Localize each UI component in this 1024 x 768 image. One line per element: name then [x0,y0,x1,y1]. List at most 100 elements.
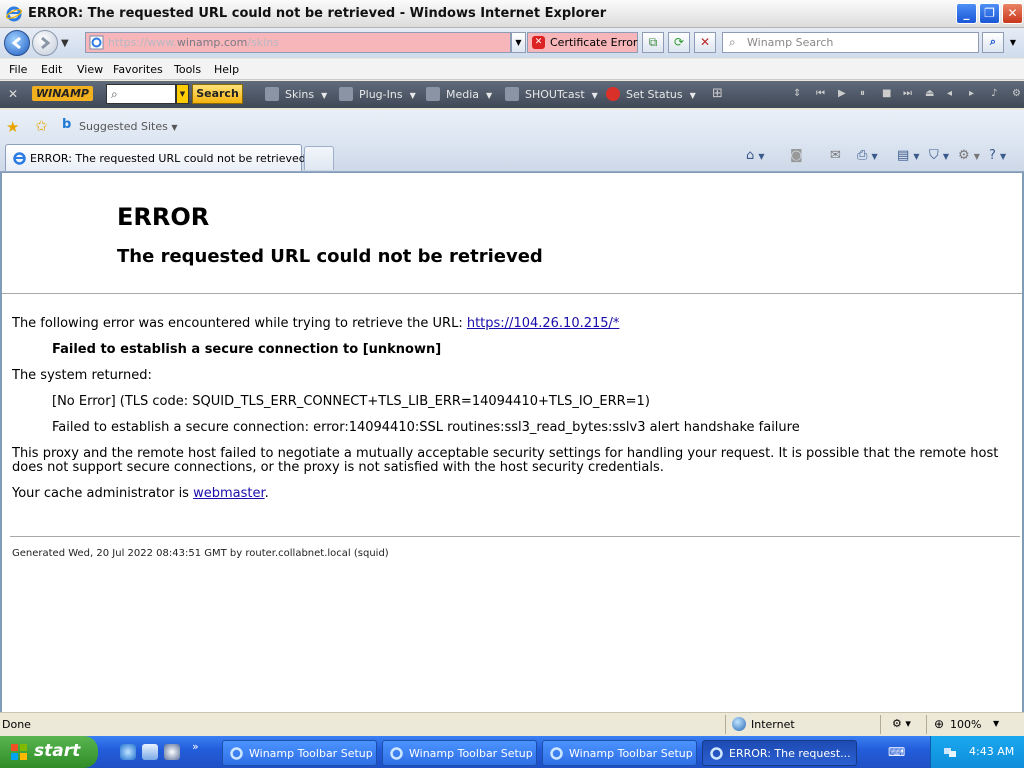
new-tab-button[interactable] [304,146,334,170]
winamp-toolbar: ✕ WINAMP ⌕ ▼ Search Skins ▼ Plug-Ins ▼ Med… [0,81,1024,108]
start-button[interactable]: start [0,736,98,768]
security-zone[interactable]: Internet [751,718,795,731]
ie-page-icon [13,152,26,165]
back-arrow-icon [11,36,21,50]
webmaster-link[interactable]: webmaster [193,486,265,501]
tools-gear-icon[interactable]: ⚙ ▼ [958,148,980,163]
recent-pages-dropdown-icon[interactable]: ▼ [61,38,69,49]
read-mail-icon[interactable]: ✉ [830,148,841,163]
error-url-link[interactable]: https://104.26.10.215/* [467,316,620,331]
help-icon[interactable]: ? ▼ [989,148,1006,163]
menu-file[interactable]: File [9,63,27,76]
winamp-logo[interactable]: WINAMP [32,86,93,101]
shoutcast-menu[interactable]: SHOUTcast ▼ [505,87,598,101]
pause-icon[interactable]: ⏸ [860,88,865,99]
quicklaunch-media-icon[interactable] [164,744,180,760]
ie-task-icon [390,747,403,760]
address-row: ▼ https://www.winamp.com/skins ▼ ✕ Certi… [0,28,1024,58]
plugins-menu[interactable]: Plug-Ins ▼ [339,87,416,101]
quicklaunch-more-icon[interactable]: » [192,740,199,753]
media-menu[interactable]: Media ▼ [426,87,492,101]
proxy-explanation: This proxy and the remote host failed to… [12,446,999,475]
taskbar: start » Winamp Toolbar Setup Winamp Tool… [0,736,1024,768]
search-options-dropdown-icon[interactable]: ▼ [1006,32,1020,53]
error-intro: The following error was encountered whil… [12,316,620,331]
close-button[interactable]: ✕ [1002,3,1023,24]
add-favorites-icon[interactable]: ✩ [35,117,48,135]
address-url[interactable]: https://www.winamp.com/skins [108,36,279,49]
menu-help[interactable]: Help [214,63,239,76]
safety-menu-icon[interactable]: ⛉ ▼ [929,148,949,163]
toolbar-close-icon[interactable]: ✕ [8,87,18,101]
set-status-menu[interactable]: Set Status ▼ [606,87,696,101]
stop-playback-icon[interactable]: ■ [882,88,891,99]
winamp-search-button[interactable]: Search [192,84,243,104]
search-input[interactable]: ⌕ Winamp Search [722,32,979,53]
network-icon[interactable] [943,745,957,759]
status-bar: Done Internet ⚙ ▾ ⊕ 100% ▼ [0,712,1024,735]
search-go-button[interactable]: ⌕ [982,32,1004,53]
ie-logo-icon [6,6,22,22]
clock[interactable]: 4:43 AM [969,745,1014,758]
ie-task-icon [710,747,723,760]
quicklaunch-ie-icon[interactable] [120,744,136,760]
eject-icon[interactable]: ⏏ [925,88,934,99]
protected-mode-icon[interactable]: ⚙ ▾ [892,717,911,730]
skins-menu[interactable]: Skins ▼ [265,87,327,101]
generated-footer: Generated Wed, 20 Jul 2022 08:43:51 GMT … [12,548,389,559]
volume-down-icon[interactable]: ◂ [947,88,952,99]
winamp-search-dropdown-icon[interactable]: ▼ [176,84,189,104]
address-field[interactable]: https://www.winamp.com/skins [85,32,511,53]
print-icon[interactable]: ⎙ ▼ [857,148,878,163]
menu-bar: File Edit View Favorites Tools Help [0,59,1024,80]
restore-button[interactable]: ❐ [979,3,1000,24]
system-returned-label: The system returned: [12,368,152,383]
play-icon[interactable]: ▶ [838,88,846,99]
media-icon [426,87,440,101]
volume-updown-icon[interactable]: ⇕ [793,88,801,99]
settings-icon[interactable]: ⚙ [1012,88,1021,99]
favorites-star-icon[interactable]: ★ [6,118,19,136]
forward-button[interactable] [32,30,58,56]
favorites-bar: ★ ✩ b Suggested Sites ▼ [0,110,1024,142]
refresh-icon[interactable]: ⟳ [668,32,690,53]
start-label: start [34,741,81,761]
back-button[interactable] [4,30,30,56]
certificate-error-button[interactable]: ✕ Certificate Error [527,32,638,53]
mute-icon[interactable]: ♪ [991,88,997,99]
feeds-icon[interactable]: ◙ [790,148,803,163]
system-tray: 4:43 AM [930,736,1024,768]
menu-edit[interactable]: Edit [41,63,62,76]
next-icon[interactable]: ⏭ [903,88,912,99]
tab-title: ERROR: The requested URL could not be re… [30,152,306,165]
page-menu-icon[interactable]: ▤ ▼ [897,148,920,163]
taskbar-button-winamp-setup[interactable]: Winamp Toolbar Setup [222,740,377,766]
volume-up-icon[interactable]: ▸ [969,88,974,99]
compatibility-view-icon[interactable]: ⧉ [642,32,664,53]
search-icon: ⌕ [729,35,736,49]
menu-view[interactable]: View [77,63,103,76]
page-icon [89,35,104,50]
taskbar-button-winamp-setup[interactable]: Winamp Toolbar Setup [382,740,537,766]
winamp-search-input[interactable]: ⌕ [106,84,176,104]
home-icon[interactable]: ⌂ ▼ [746,148,765,163]
error-heading: ERROR [117,203,210,231]
taskbar-button-error-page[interactable]: ERROR: The request... [702,740,857,766]
menu-favorites[interactable]: Favorites [113,63,163,76]
quicklaunch-desktop-icon[interactable] [142,744,158,760]
skins-icon [265,87,279,101]
zoom-level[interactable]: 100% [950,718,981,731]
keyboard-icon[interactable]: ⌨ [888,745,905,759]
address-dropdown-icon[interactable]: ▼ [511,32,526,53]
minimize-button[interactable]: _ [956,3,977,24]
tab-active[interactable]: ERROR: The requested URL could not be re… [5,144,306,171]
status-text: Done [2,718,31,731]
menu-tools[interactable]: Tools [174,63,201,76]
taskbar-button-winamp-setup[interactable]: Winamp Toolbar Setup [542,740,697,766]
ssl-error-detail: Failed to establish a secure connection:… [52,420,800,435]
suggested-sites-link[interactable]: Suggested Sites ▼ [79,120,177,133]
previous-icon[interactable]: ⏮ [816,88,825,99]
stop-icon[interactable]: ✕ [694,32,716,53]
add-button-icon[interactable]: ⊞ [712,86,723,101]
zoom-dropdown-icon[interactable]: ▼ [993,719,999,728]
